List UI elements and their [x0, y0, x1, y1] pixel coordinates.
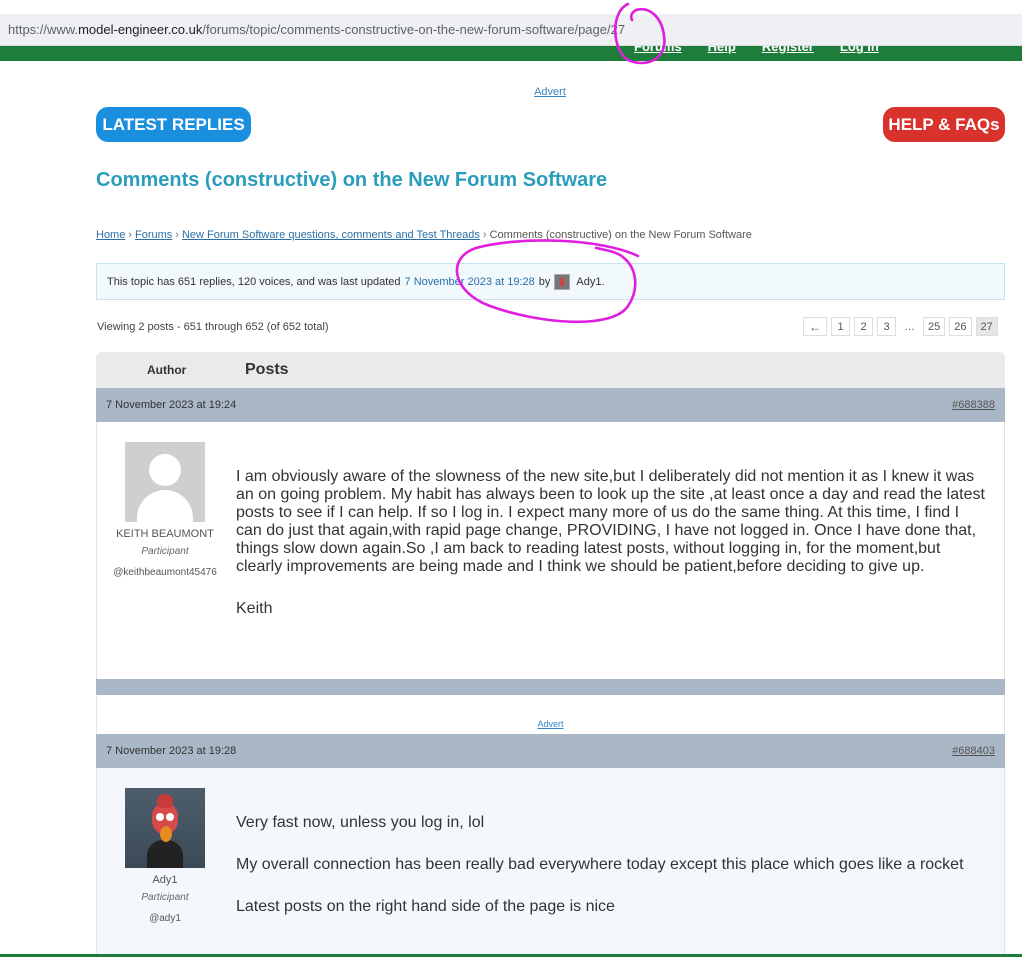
author-role: Participant	[141, 546, 189, 557]
url-host: model-engineer.co.uk	[78, 22, 203, 37]
pagination-prev[interactable]: ←	[803, 317, 827, 336]
pagination-page-25[interactable]: 25	[923, 317, 946, 336]
post-author: Ady1 Participant @ady1	[97, 788, 233, 928]
nav-link-forums[interactable]: Forums	[634, 46, 682, 54]
url-prefix: https://www.	[8, 22, 79, 37]
breadcrumb-separator: ›	[128, 229, 133, 241]
column-author: Author	[147, 363, 187, 377]
post-content: Very fast now, unless you log in, lol My…	[236, 814, 988, 940]
posts-table-header: Author Posts	[96, 352, 1005, 388]
post-header: 7 November 2023 at 19:28 #688403	[96, 734, 1005, 768]
nav-link-login[interactable]: Log In	[840, 46, 879, 54]
post-paragraph: My overall connection has been really ba…	[236, 856, 964, 873]
post-body: KEITH BEAUMONT Participant @keithbeaumon…	[96, 422, 1005, 679]
post-content: I am obviously aware of the slowness of …	[236, 468, 988, 642]
last-poster-avatar[interactable]	[554, 273, 571, 290]
topic-info-by: by	[538, 275, 551, 288]
post-date: 7 November 2023 at 19:28	[106, 745, 237, 757]
author-name[interactable]: Ady1	[97, 874, 233, 887]
avatar[interactable]	[125, 788, 205, 868]
site-nav-peek: Forums Help Register Log In	[634, 46, 905, 54]
pagination-page-1[interactable]: 1	[831, 317, 850, 336]
pagination: ← 1 2 3 … 25 26 27	[803, 317, 998, 336]
breadcrumb-category[interactable]: New Forum Software questions, comments a…	[182, 229, 480, 241]
address-bar[interactable]: https://www. model-engineer.co.uk/forums/…	[0, 14, 1022, 46]
author-role: Participant	[141, 892, 189, 903]
breadcrumb-home[interactable]: Home	[96, 229, 125, 241]
post-body: Ady1 Participant @ady1 Very fast now, un…	[96, 768, 1005, 954]
avatar[interactable]	[125, 442, 205, 522]
post-paragraph: Keith	[236, 600, 273, 617]
topic-info-text: This topic has 651 replies, 120 voices, …	[107, 275, 401, 288]
site-nav-strip: Forums Help Register Log In	[0, 46, 1022, 61]
url-path: /forums/topic/comments-constructive-on-t…	[202, 22, 626, 37]
page-title: Comments (constructive) on the New Forum…	[96, 169, 608, 191]
pagination-page-2[interactable]: 2	[854, 317, 873, 336]
topic-last-updated-link[interactable]: 7 November 2023 at 19:28	[405, 276, 535, 288]
help-faqs-button[interactable]: HELP & FAQs	[883, 107, 1005, 142]
nav-link-help[interactable]: Help	[708, 46, 736, 54]
advert-link-mid[interactable]: Advert	[96, 719, 1005, 729]
post-paragraph: Very fast now, unless you log in, lol	[236, 814, 485, 831]
post-permalink[interactable]: #688388	[952, 399, 995, 411]
topic-info-box: This topic has 651 replies, 120 voices, …	[96, 263, 1005, 300]
last-poster-name[interactable]: Ady1.	[576, 276, 604, 288]
post-author: KEITH BEAUMONT Participant @keithbeaumon…	[97, 442, 233, 582]
post-date: 7 November 2023 at 19:24	[106, 399, 237, 411]
author-handle: @keithbeaumont45476	[113, 567, 217, 578]
author-handle: @ady1	[149, 913, 181, 924]
pagination-page-3[interactable]: 3	[877, 317, 896, 336]
post-paragraph: Latest posts on the right hand side of t…	[236, 898, 615, 915]
advert-link-top[interactable]: Advert	[0, 86, 1022, 98]
latest-replies-button[interactable]: LATEST REPLIES	[96, 107, 251, 142]
post-header: 7 November 2023 at 19:24 #688388	[96, 388, 1005, 422]
breadcrumb-separator: ›	[175, 229, 179, 241]
breadcrumb-forums[interactable]: Forums	[135, 229, 172, 241]
column-posts: Posts	[245, 361, 289, 378]
post-divider	[96, 679, 1005, 695]
author-name[interactable]: KEITH BEAUMONT	[97, 528, 233, 541]
breadcrumb: Home › Forums › New Forum Software questions…	[96, 229, 752, 241]
pagination-page-26[interactable]: 26	[949, 317, 972, 336]
breadcrumb-separator: ›	[482, 229, 487, 241]
pagination-ellipsis: …	[904, 320, 915, 333]
nav-link-register[interactable]: Register	[762, 46, 814, 54]
breadcrumb-current: Comments (constructive) on the New Forum…	[489, 229, 752, 241]
post-paragraph: I am obviously aware of the slowness of …	[236, 468, 985, 575]
viewing-count: Viewing 2 posts - 651 through 652 (of 65…	[97, 321, 329, 333]
pagination-page-current: 27	[975, 317, 998, 336]
post-permalink[interactable]: #688403	[952, 745, 995, 757]
